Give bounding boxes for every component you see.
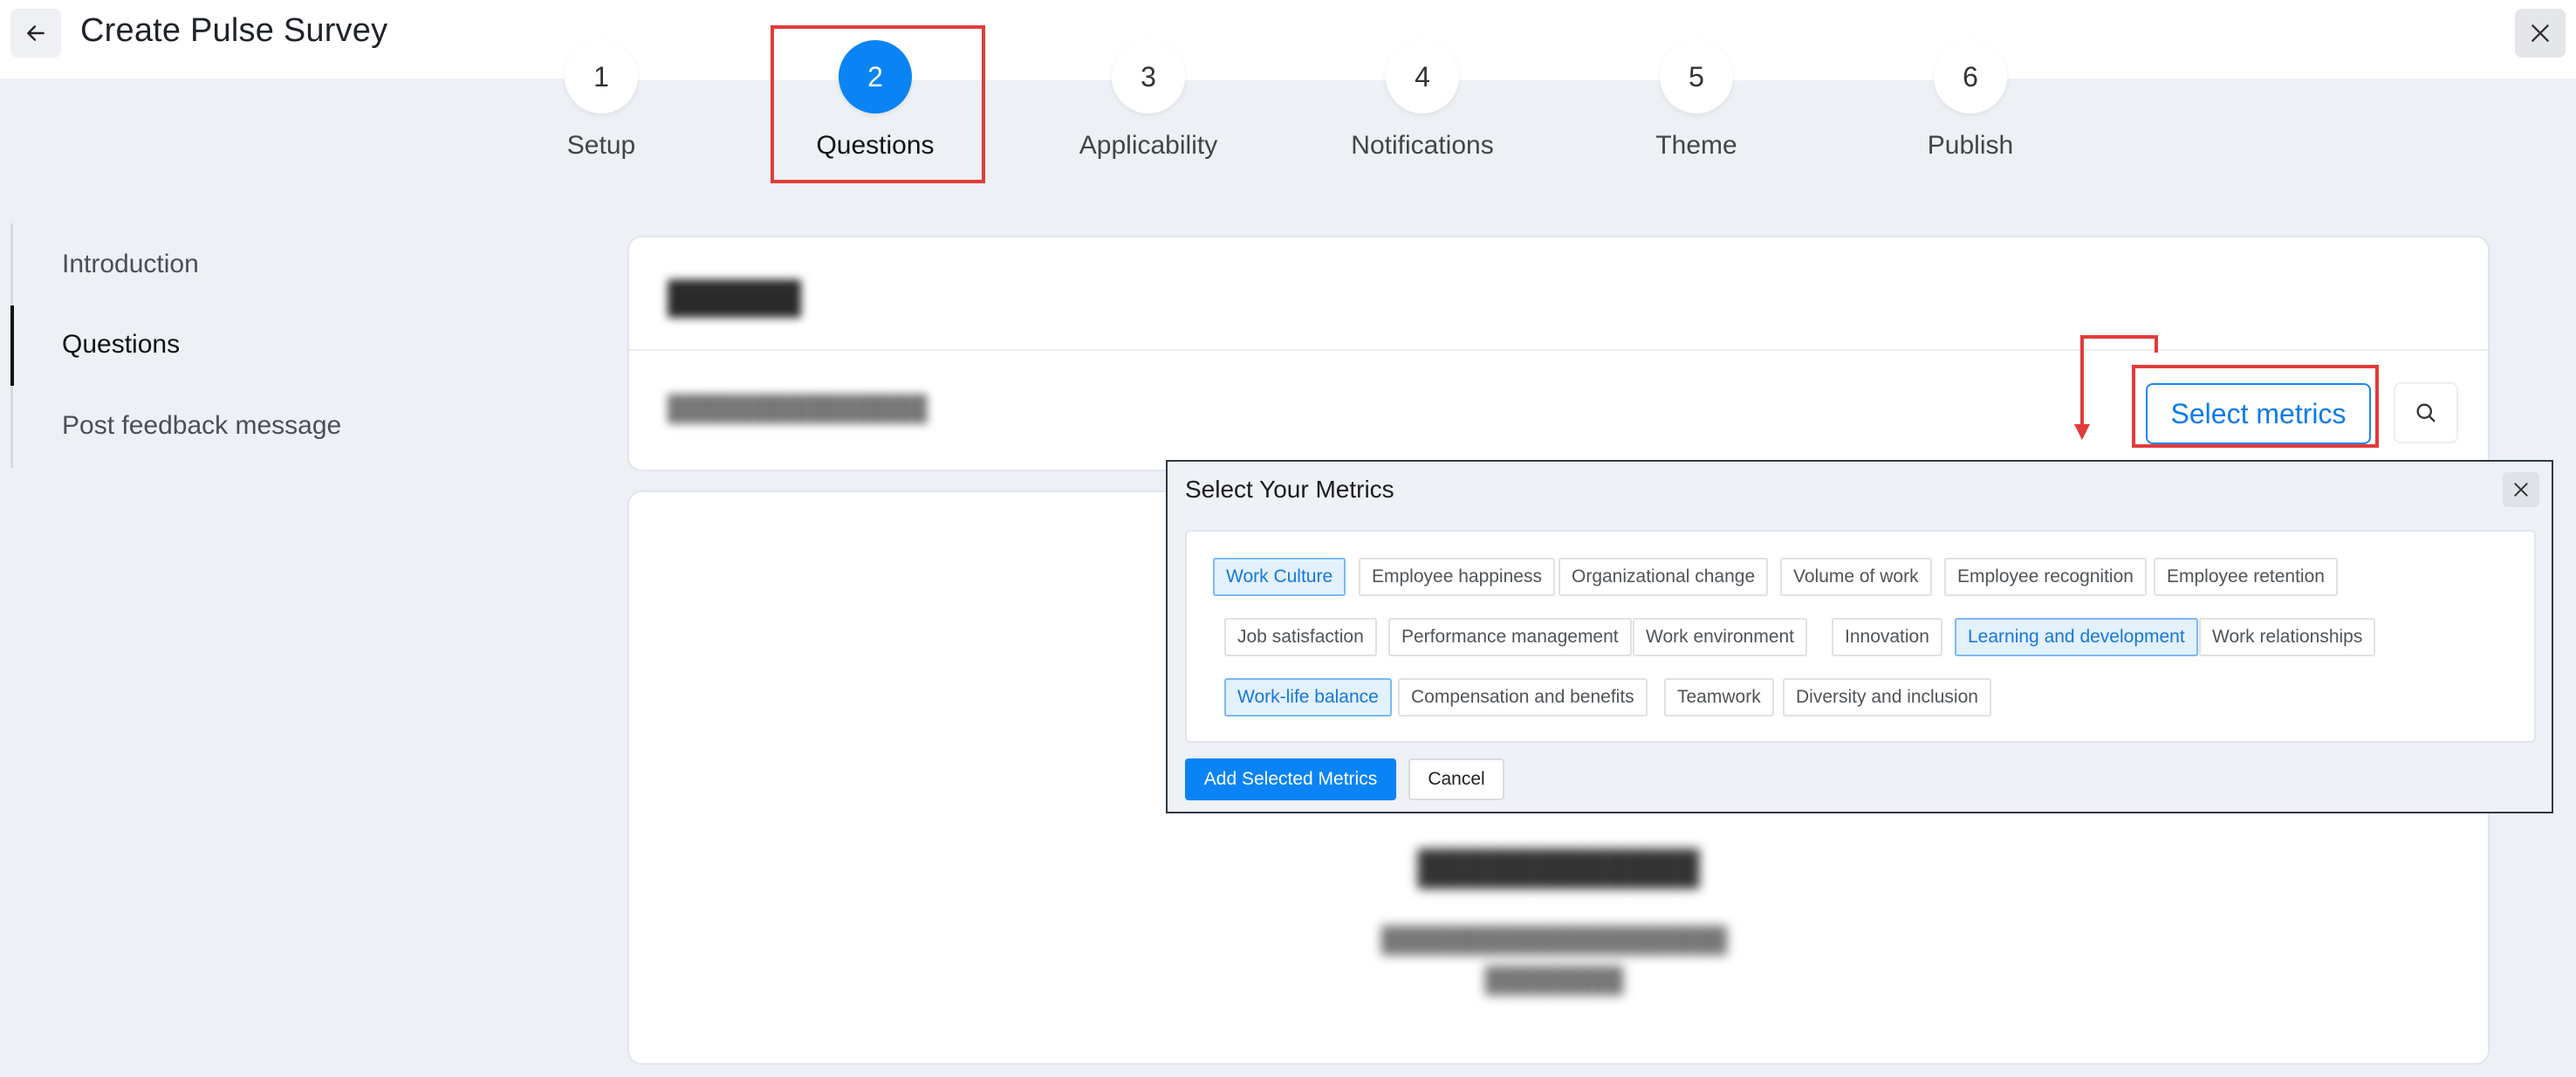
metric-chip[interactable]: Teamwork [1664,678,1774,717]
step-label: Applicability [1079,131,1218,160]
sidebar-item-questions[interactable]: Questions [62,330,180,360]
blurred-empty-title: ████████████ [1417,850,1700,887]
step-label: Theme [1655,131,1737,160]
step-theme[interactable]: 5 Theme [1600,40,1792,161]
metric-chip[interactable]: Compensation and benefits [1398,678,1648,717]
blurred-section-title: ██████ [668,279,802,315]
step-number[interactable]: 3 [1112,40,1185,113]
metric-chip[interactable]: Work environment [1633,618,1808,656]
metric-chip[interactable]: Organizational change [1559,558,1769,596]
step-label: Setup [566,131,636,160]
highlight-box-select-metrics [2132,365,2379,448]
sidebar-item-post-feedback-message[interactable]: Post feedback message [62,411,341,441]
metric-chip[interactable]: Performance management [1388,618,1632,656]
highlight-box-step [771,25,985,183]
metric-chip[interactable]: Diversity and inclusion [1783,678,1991,717]
metric-chip[interactable]: Job satisfaction [1224,618,1377,656]
metric-chip[interactable]: Employee recognition [1944,558,2147,596]
blurred-empty-description: ████████████████████ ████████ [1380,926,1728,993]
stepper: 1 Setup 2 Questions 3 Applicability 4 No… [0,0,2576,183]
step-number[interactable]: 6 [1934,40,2007,113]
step-applicability[interactable]: 3 Applicability [1052,40,1244,161]
select-metrics-dialog: Select Your Metrics Work Culture Employe… [1166,460,2553,813]
step-number[interactable]: 5 [1660,40,1733,113]
add-selected-metrics-button[interactable]: Add Selected Metrics [1185,758,1396,800]
metric-chip[interactable]: Work-life balance [1224,678,1392,717]
metric-chip[interactable]: Employee retention [2154,558,2338,596]
metric-chip[interactable]: Work relationships [2199,618,2376,656]
step-publish[interactable]: 6 Publish [1874,40,2066,161]
close-icon [2514,483,2528,497]
metric-chip[interactable]: Volume of work [1780,558,1932,596]
blurred-question-summary: ███████████████ [668,394,928,422]
step-number[interactable]: 4 [1386,40,1459,113]
step-setup[interactable]: 1 Setup [505,40,697,161]
dialog-title: Select Your Metrics [1185,476,1394,503]
search-icon [2416,403,2436,422]
metric-chip[interactable]: Learning and development [1955,618,2198,656]
metrics-chip-list: Work Culture Employee happiness Organiza… [1185,530,2536,743]
cancel-button[interactable]: Cancel [1408,758,1504,800]
search-button[interactable] [2394,382,2458,443]
step-notifications[interactable]: 4 Notifications [1326,40,1518,161]
step-label: Notifications [1351,131,1494,160]
dialog-close-button[interactable] [2503,472,2539,507]
stepper-track [602,77,1972,80]
step-number[interactable]: 1 [565,40,638,113]
sidebar-item-introduction[interactable]: Introduction [62,250,199,279]
metric-chip[interactable]: Work Culture [1213,558,1346,596]
metric-chip[interactable]: Innovation [1832,618,1942,656]
sidebar-active-indicator [10,305,14,386]
sidebar-nav: Introduction Questions Post feedback mes… [10,223,360,468]
card-divider [629,349,2488,351]
metric-chip[interactable]: Employee happiness [1359,558,1555,596]
step-label: Publish [1927,131,2014,160]
